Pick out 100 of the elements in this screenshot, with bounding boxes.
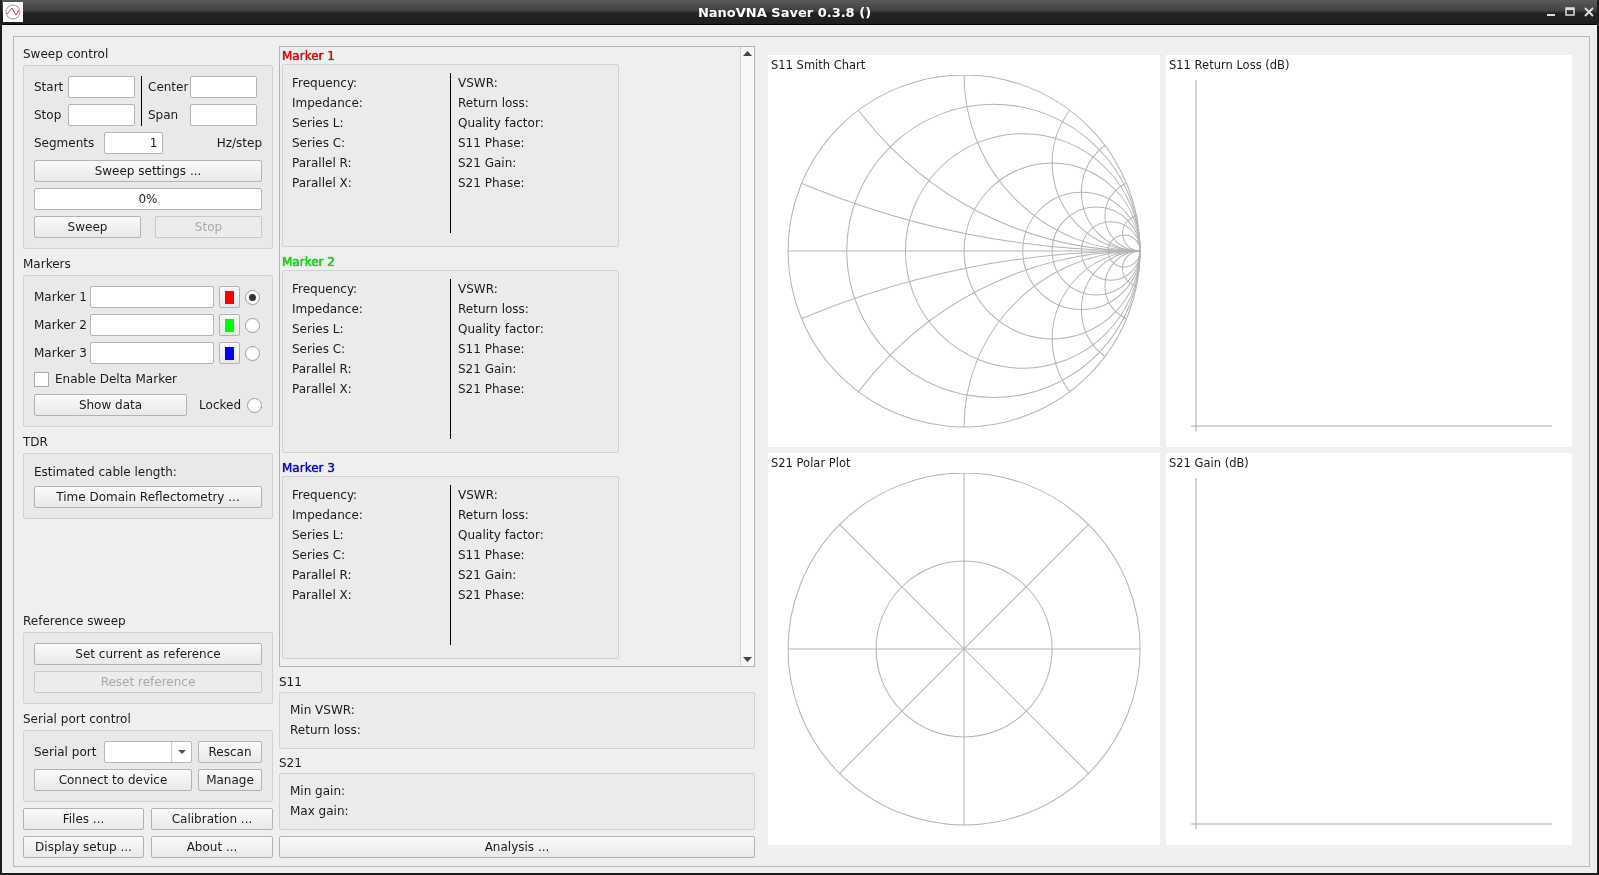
info-label: Return loss: (458, 301, 530, 318)
manage-button[interactable]: Manage (198, 769, 262, 791)
center-field[interactable] (190, 76, 257, 98)
info-label: Return loss: (290, 722, 362, 739)
marker-label: Marker 1 (34, 290, 85, 304)
marker-frequency-field[interactable] (90, 286, 214, 308)
info-label: Series C: (292, 341, 347, 358)
info-label: Parallel R: (292, 155, 353, 172)
menu-button[interactable]: About ... (151, 836, 273, 858)
info-label: Return loss: (458, 95, 530, 112)
info-label: Series C: (292, 547, 347, 564)
maximize-icon[interactable] (1565, 7, 1575, 17)
start-field[interactable] (68, 76, 135, 98)
info-label: Frequency: (292, 281, 359, 298)
marker-color-button[interactable] (219, 342, 240, 364)
group-title: Sweep control (23, 46, 110, 62)
field-label: Stop (34, 108, 63, 122)
info-label: VSWR: (458, 487, 499, 504)
info-label: Frequency: (292, 487, 359, 504)
menu-button[interactable]: Files ... (23, 808, 144, 830)
info-label: Impedance: (292, 507, 364, 524)
reference-button[interactable]: Set current as reference (34, 643, 262, 665)
locked-toggle[interactable] (247, 397, 262, 413)
info-label: S21 Phase: (458, 381, 526, 398)
info-label: S11 Phase: (458, 135, 526, 152)
info-label: Series L: (292, 527, 345, 544)
marker-label: Marker 3 (34, 346, 85, 360)
serial-port-dropdown[interactable] (104, 741, 192, 763)
info-label: Frequency: (292, 75, 359, 92)
info-label: Quality factor: (458, 527, 545, 544)
checkbox-label: Enable Delta Marker (55, 372, 177, 386)
window-title: NanoVNA Saver 0.3.8 () (696, 4, 873, 20)
info-label: Impedance: (292, 301, 364, 318)
info-label: Parallel X: (292, 175, 353, 192)
info-label: Series L: (292, 115, 345, 132)
group-title: TDR (23, 434, 49, 450)
close-icon[interactable] (1584, 7, 1594, 17)
scroll-up-icon[interactable] (743, 51, 752, 56)
field-label: Span (148, 108, 180, 122)
field-label: Segments (34, 136, 95, 150)
analysis-button[interactable]: Analysis ... (279, 836, 755, 858)
app-icon (3, 2, 23, 22)
field-label: Center (148, 80, 190, 94)
info-label: VSWR: (458, 281, 499, 298)
sweep-button[interactable]: Sweep (34, 216, 141, 238)
checkbox[interactable] (34, 371, 49, 387)
group-title: S11 (279, 674, 303, 690)
step-label: Hz/step (216, 136, 262, 150)
scrollbar[interactable] (740, 47, 754, 666)
info-label: Min gain: (290, 783, 347, 800)
chart-title: S21 Polar Plot (770, 455, 851, 472)
marker-title: Marker 1 (282, 48, 335, 64)
info-label: Parallel R: (292, 567, 353, 584)
segments-field[interactable]: 1 (104, 132, 164, 154)
chart-title: S21 Gain (dB) (1168, 455, 1249, 472)
info-label: Quality factor: (458, 115, 545, 132)
info-label: Quality factor: (458, 321, 545, 338)
scroll-down-icon[interactable] (743, 657, 752, 662)
sweep-settings-button[interactable]: Sweep settings ... (34, 160, 262, 182)
stop-field[interactable] (68, 104, 135, 126)
marker-title: Marker 2 (282, 254, 335, 270)
info-label: Impedance: (292, 95, 364, 112)
info-label: VSWR: (458, 75, 499, 92)
info-label: Min VSWR: (290, 702, 356, 719)
info-label: Series C: (292, 135, 347, 152)
info-label: S21 Phase: (458, 175, 526, 192)
rescan-button[interactable]: Rescan (198, 741, 262, 763)
estimate-label: Estimated cable length: (34, 464, 178, 480)
group-title: S21 (279, 755, 303, 771)
marker-frequency-field[interactable] (90, 342, 214, 364)
span-field[interactable] (190, 104, 257, 126)
marker-label: Marker 2 (34, 318, 85, 332)
show-data-button[interactable]: Show data (34, 394, 187, 416)
info-label: S21 Gain: (458, 567, 518, 584)
marker-title: Marker 3 (282, 460, 335, 476)
info-label: S21 Gain: (458, 361, 518, 378)
marker-radio[interactable] (245, 317, 260, 333)
menu-button[interactable]: Display setup ... (23, 836, 144, 858)
info-label: Parallel X: (292, 587, 353, 604)
marker-radio[interactable] (245, 289, 260, 305)
caret-icon (177, 750, 186, 754)
marker-frequency-field[interactable] (90, 314, 214, 336)
info-label: S21 Phase: (458, 587, 526, 604)
menu-button[interactable]: Calibration ... (151, 808, 273, 830)
info-label: Parallel X: (292, 381, 353, 398)
marker-radio[interactable] (245, 345, 260, 361)
tdr-button[interactable]: Time Domain Reflectometry ... (34, 486, 262, 508)
info-label: Parallel R: (292, 361, 353, 378)
group-title: Serial port control (23, 711, 132, 727)
connect-button[interactable]: Connect to device (34, 769, 192, 791)
marker-color-button[interactable] (219, 314, 240, 336)
marker-color-button[interactable] (219, 286, 240, 308)
chart-title: S11 Smith Chart (770, 57, 866, 74)
info-label: S11 Phase: (458, 341, 526, 358)
group-title: Reference sweep (23, 613, 127, 629)
info-label: Return loss: (458, 507, 530, 524)
progress-text: 0% (138, 192, 158, 206)
locked-label: Locked (199, 398, 241, 412)
info-label: S21 Gain: (458, 155, 518, 172)
chart-title: S11 Return Loss (dB) (1168, 57, 1290, 74)
